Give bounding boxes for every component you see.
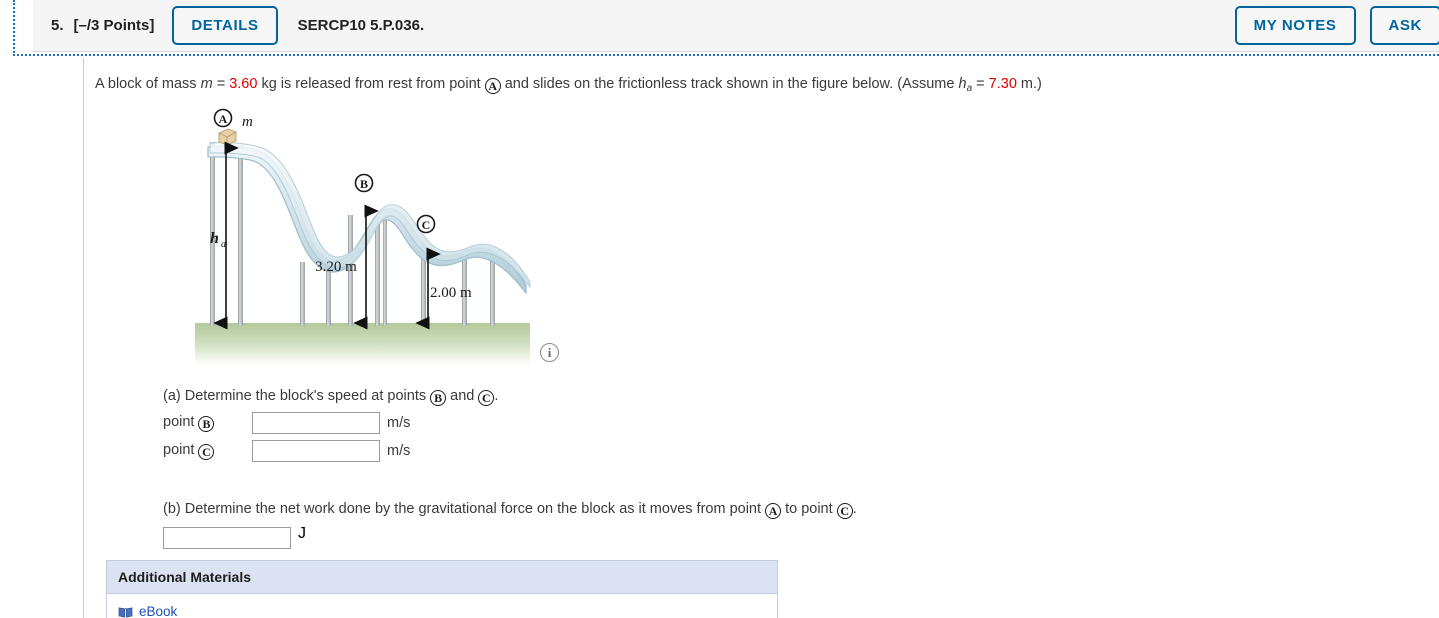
stem-text-1: A block of mass <box>95 76 201 92</box>
part-a-row-b-label: point B <box>163 414 215 432</box>
part-a-prompt-1: (a) Determine the block's speed at point… <box>163 388 431 404</box>
content-left-rule <box>83 58 84 618</box>
track-figure: A B C m h a 3.20 m 2.00 m <box>190 105 550 365</box>
part-b-prompt-2: to point <box>781 501 837 517</box>
question-header-bar: 5. [–/3 Points] DETAILS SERCP10 5.P.036.… <box>33 0 1439 52</box>
additional-materials-panel: Additional Materials eBook <box>106 560 778 618</box>
book-icon <box>118 606 133 618</box>
assignment-tag: SERCP10 5.P.036. <box>297 17 425 34</box>
part-b-prompt-3: . <box>852 501 857 517</box>
figure-label-ha-sub: a <box>221 239 226 250</box>
stem-eq-2: = <box>972 76 989 92</box>
answer-input-work[interactable] <box>163 527 291 549</box>
stem-height-value: 7.30 <box>988 76 1017 92</box>
figure-label-a: A <box>219 112 228 126</box>
part-a-row-b-point: B <box>198 416 215 432</box>
part-a-row-c-point: C <box>198 444 215 460</box>
part-a-point-b: B <box>430 390 447 406</box>
question-stem: A block of mass m = 3.60 kg is released … <box>95 76 1042 94</box>
question-page: 5. [–/3 Points] DETAILS SERCP10 5.P.036.… <box>0 0 1439 618</box>
part-b-prompt-1: (b) Determine the net work done by the g… <box>163 501 766 517</box>
part-a-row-c-unit: m/s <box>387 443 411 459</box>
stem-mass-value: 3.60 <box>229 76 258 92</box>
track-ribbon-rear <box>209 142 531 289</box>
part-a-prompt-2: and <box>446 388 479 404</box>
part-b-unit: J <box>298 525 306 542</box>
part-a-row-c-label: point C <box>163 442 215 460</box>
stem-var-h: h <box>958 76 967 92</box>
additional-materials-title: Additional Materials <box>107 561 777 594</box>
ask-your-teacher-button[interactable]: ASK <box>1369 6 1439 45</box>
additional-materials-body: eBook <box>107 594 777 618</box>
track-ribbon-main <box>207 145 527 295</box>
figure-dim-b: 3.20 m <box>315 259 357 275</box>
figure-label-mass: m <box>242 114 253 130</box>
part-a-row-c: point C m/s <box>163 440 498 462</box>
part-b-point-c: C <box>836 503 853 519</box>
stem-point-a: A <box>484 78 501 94</box>
figure-label-b: B <box>360 177 368 191</box>
part-b: (b) Determine the net work done by the g… <box>163 501 857 549</box>
stem-eq-1: = <box>212 76 230 92</box>
block-mass <box>218 128 237 146</box>
question-header-dotted-frame: 5. [–/3 Points] DETAILS SERCP10 5.P.036.… <box>13 0 1439 56</box>
part-b-point-a: A <box>765 503 782 519</box>
part-a-row-b-label-text: point <box>163 414 199 430</box>
question-number: 5. <box>51 17 64 34</box>
part-a-row-b-unit: m/s <box>387 415 411 431</box>
figure-label-ha: h <box>210 230 219 247</box>
answer-input-point-b[interactable] <box>252 412 380 434</box>
part-b-row: J <box>163 519 857 549</box>
ebook-link[interactable]: eBook <box>139 604 177 618</box>
stem-var-m: m <box>200 76 213 92</box>
stem-mass-unit: kg is released from rest from point <box>257 76 485 92</box>
stem-text-2: and slides on the frictionless track sho… <box>500 76 959 92</box>
figure-info-icon[interactable]: i <box>540 343 559 362</box>
question-points: [–/3 Points] <box>73 17 155 34</box>
part-b-prompt: (b) Determine the net work done by the g… <box>163 501 857 519</box>
stem-height-unit: m.) <box>1016 76 1042 92</box>
part-a-prompt: (a) Determine the block's speed at point… <box>163 388 498 406</box>
ground <box>195 323 530 365</box>
part-a: (a) Determine the block's speed at point… <box>163 388 498 462</box>
answer-input-point-c[interactable] <box>252 440 380 462</box>
ebook-row[interactable]: eBook <box>118 604 766 618</box>
part-a-point-c: C <box>478 390 495 406</box>
details-button[interactable]: DETAILS <box>172 6 278 45</box>
dimension-b: 3.20 m <box>315 204 379 330</box>
my-notes-button[interactable]: MY NOTES <box>1234 6 1356 45</box>
part-a-prompt-3: . <box>494 388 499 404</box>
header-actions: MY NOTES ASK <box>1221 6 1439 45</box>
figure-label-c: C <box>422 218 431 232</box>
part-a-row-b: point B m/s <box>163 412 498 434</box>
part-a-row-c-label-text: point <box>163 442 199 458</box>
track-figure-svg: A B C m h a 3.20 m 2.00 m <box>195 108 531 365</box>
figure-dim-c: 2.00 m <box>430 285 472 301</box>
